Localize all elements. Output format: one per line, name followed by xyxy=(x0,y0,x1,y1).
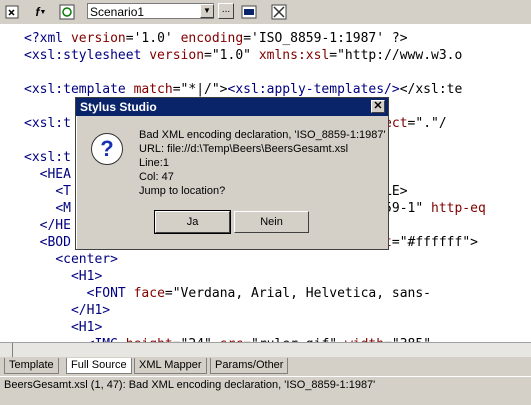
question-icon: ? xyxy=(91,133,123,165)
xml-editor-icon[interactable] xyxy=(4,3,22,21)
tab-template[interactable]: Template xyxy=(4,358,59,374)
preview-icon[interactable] xyxy=(240,3,258,21)
toolbar: f ▼ Scenario1 ▼ ... xyxy=(0,0,531,25)
code-line: <xsl:t xyxy=(24,150,71,165)
scenario-value: Scenario1 xyxy=(90,5,145,19)
horizontal-scrollbar[interactable] xyxy=(0,342,531,358)
chevron-down-icon[interactable]: ▼ xyxy=(200,4,214,18)
debug-icon[interactable] xyxy=(270,3,288,21)
yes-button[interactable]: Ja xyxy=(154,210,231,234)
code-line: <HEA xyxy=(39,167,71,182)
dialog-message-line: Bad XML encoding declaration, 'ISO_8859-… xyxy=(139,129,386,141)
code-line: <xsl:stylesheet version="1.0" xmlns:xsl=… xyxy=(24,48,463,63)
code-line: <xsl:template match="*|/"><xsl:apply-tem… xyxy=(24,82,463,97)
code-line: <center> xyxy=(55,252,118,267)
dialog-message: Bad XML encoding declaration, 'ISO_8859-… xyxy=(139,128,386,198)
code-line: <H1> xyxy=(70,269,103,284)
code-line: <H1> xyxy=(70,320,103,335)
scroll-left-icon[interactable] xyxy=(0,343,13,357)
dialog-title-bar: Stylus Studio ✕ xyxy=(76,98,388,116)
error-dialog: Stylus Studio ✕ ? Bad XML encoding decla… xyxy=(75,97,389,250)
dialog-message-line: Jump to location? xyxy=(139,185,226,197)
scenario-select[interactable]: Scenario1 xyxy=(87,3,214,19)
refresh-icon[interactable] xyxy=(58,3,76,21)
dialog-title: Stylus Studio xyxy=(80,100,157,114)
tab-full-source[interactable]: Full Source xyxy=(66,358,132,374)
no-button[interactable]: Nein xyxy=(234,211,309,233)
code-line: </H1> xyxy=(70,303,111,318)
code-line: </HE xyxy=(39,218,71,233)
code-line: <?xml version='1.0' encoding='ISO_8859-1… xyxy=(24,31,408,46)
code-line: <FONT face="Verdana, Arial, Helvetica, s… xyxy=(86,286,432,301)
tab-params-other[interactable]: Params/Other xyxy=(210,358,289,374)
function-button[interactable]: f ▼ xyxy=(30,3,52,21)
dialog-message-line: URL: file://d:\Temp\Beers\BeersGesamt.xs… xyxy=(139,143,349,155)
dialog-message-line: Col: 47 xyxy=(139,171,174,183)
dialog-message-line: Line:1 xyxy=(139,157,169,169)
scenario-browse-button[interactable]: ... xyxy=(218,3,234,19)
editor-tabs: Template Full Source XML Mapper Params/O… xyxy=(0,357,531,375)
status-bar: BeersGesamt.xsl (1, 47): Bad XML encodin… xyxy=(0,376,531,392)
close-icon[interactable]: ✕ xyxy=(371,100,385,113)
tab-xml-mapper[interactable]: XML Mapper xyxy=(134,358,207,374)
